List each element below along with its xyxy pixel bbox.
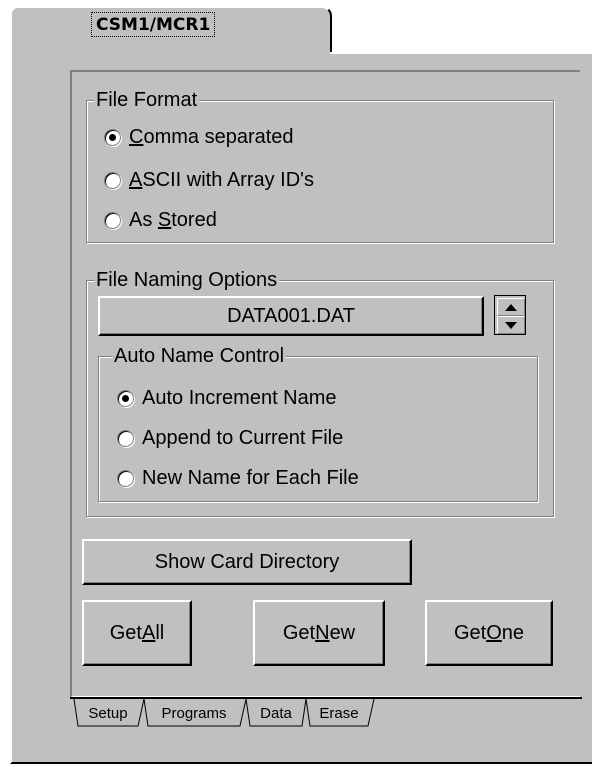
filename-spinner[interactable] <box>494 295 526 335</box>
get-all-button[interactable]: Get All <box>82 600 192 666</box>
radio-label: ASCII with Array ID's <box>129 168 314 191</box>
get-new-button[interactable]: Get New <box>253 600 385 666</box>
spin-up-button[interactable] <box>497 298 525 316</box>
tab-setup[interactable]: Setup <box>78 700 138 726</box>
radio-label: As Stored <box>129 208 217 231</box>
radio-button-icon <box>104 171 121 189</box>
file-format-title: File Format <box>94 89 200 111</box>
panel-edge <box>330 52 592 54</box>
tab-programs[interactable]: Programs <box>148 700 240 726</box>
radio-auto-increment[interactable]: Auto Increment Name <box>117 384 337 412</box>
radio-button-icon <box>104 128 121 146</box>
radio-label: Comma separated <box>129 125 294 148</box>
top-tab-label: CSM1/MCR1 <box>91 12 216 37</box>
radio-ascii-array-ids[interactable]: ASCII with Array ID's <box>104 166 314 194</box>
filename-button[interactable]: DATA001.DAT <box>98 296 484 336</box>
radio-label: New Name for Each File <box>142 466 359 489</box>
radio-label: Auto Increment Name <box>142 386 337 409</box>
get-one-button[interactable]: Get One <box>425 600 553 666</box>
radio-button-icon <box>117 469 134 487</box>
radio-as-stored[interactable]: As Stored <box>104 206 217 234</box>
tab-data[interactable]: Data <box>250 700 302 726</box>
arrow-down-icon <box>505 321 517 329</box>
spin-down-button[interactable] <box>497 316 525 334</box>
auto-name-title: Auto Name Control <box>112 345 287 367</box>
show-card-directory-button[interactable]: Show Card Directory <box>82 539 412 585</box>
arrow-up-icon <box>505 303 517 311</box>
radio-label: Append to Current File <box>142 426 344 449</box>
tab-erase[interactable]: Erase <box>310 700 368 726</box>
file-naming-title: File Naming Options <box>94 269 280 291</box>
radio-button-icon <box>117 389 134 407</box>
radio-button-icon <box>104 211 121 229</box>
radio-comma-separated[interactable]: Comma separated <box>104 123 294 151</box>
radio-new-name-each[interactable]: New Name for Each File <box>117 464 359 492</box>
radio-button-icon <box>117 429 134 447</box>
radio-append-current[interactable]: Append to Current File <box>117 424 343 452</box>
